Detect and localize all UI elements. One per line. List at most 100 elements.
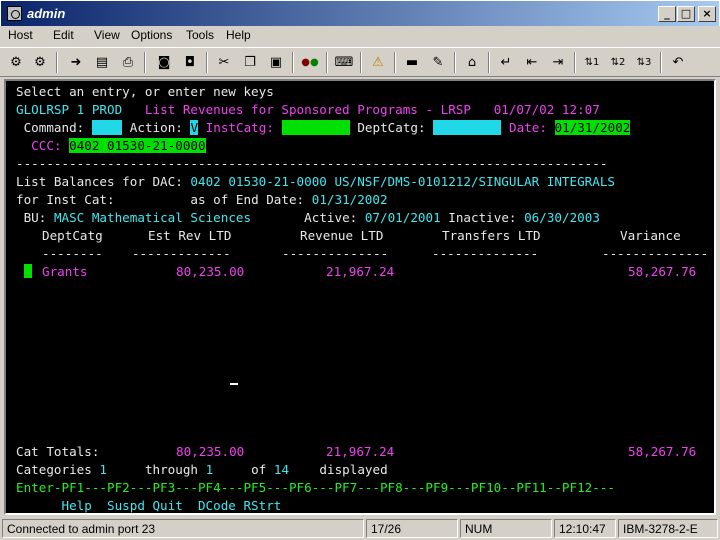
list-value: 0402 01530-21-0000 US/NSF/DMS-0101212/SI… — [190, 174, 616, 189]
toolbar-separator — [144, 52, 146, 73]
pen-icon[interactable]: ✎ — [428, 53, 448, 72]
app-icon[interactable] — [7, 6, 22, 21]
toolbar-separator — [660, 52, 662, 73]
totals-est-rev: 80,235.00 — [176, 444, 245, 459]
ccc-label: CCC: — [31, 138, 62, 153]
action-field[interactable]: V — [190, 120, 199, 135]
tab-forward-icon[interactable]: ⇥ — [548, 53, 568, 72]
screen-title: List Revenues for Sponsored Programs - L… — [144, 102, 471, 117]
column-header-est-rev: Est Rev LTD — [148, 228, 232, 243]
list-balances-line: List Balances for DAC: 0402 01530-21-000… — [16, 173, 615, 191]
bu-value: MASC Mathematical Sciences — [53, 210, 252, 225]
title-bar[interactable]: admin _ □ × — [0, 0, 720, 26]
column-underline: -------------- — [432, 246, 539, 261]
tab-back-icon[interactable]: ⇤ — [522, 53, 542, 72]
keyboard-icon[interactable]: ⌨ — [334, 53, 354, 72]
column-underline: ------------- — [132, 246, 231, 261]
instcatg-field[interactable] — [281, 120, 350, 135]
receive-icon[interactable]: ▤ — [92, 53, 112, 72]
toolbar-separator — [206, 52, 208, 73]
macro-icon[interactable]: ● ● — [300, 53, 320, 72]
active-label: Active: — [304, 210, 358, 225]
categories-line: Categories 1 through 1 of 14 displayed — [16, 461, 388, 479]
window-title: admin — [27, 6, 66, 21]
deptcatg-label: DeptCatg: — [357, 120, 426, 135]
row-est-rev: 80,235.00 — [176, 264, 245, 279]
session-3-icon[interactable]: ⇅3 — [634, 53, 654, 72]
displayed-label: displayed — [319, 462, 388, 477]
toolbar-separator — [394, 52, 396, 73]
ccc-line: CCC: 0402 01530-21-0000 — [16, 137, 206, 155]
list-label: List Balances for DAC: — [16, 174, 183, 189]
pf-key-labels: Help Suspd Quit DCode RStrt — [16, 498, 282, 513]
menu-help[interactable]: Help — [226, 28, 251, 42]
action-label: Action: — [129, 120, 183, 135]
through-label: through — [144, 462, 199, 477]
toolbar-separator — [454, 52, 456, 73]
column-header-transfers: Transfers LTD — [442, 228, 541, 243]
command-field[interactable] — [91, 120, 123, 135]
of-label: of — [251, 462, 267, 477]
inst-cat-line: for Inst Cat: as of End Date: 01/31/2002 — [16, 191, 388, 209]
alert-icon[interactable]: ⚠ — [368, 53, 388, 72]
active-value: 07/01/2001 — [364, 210, 441, 225]
enter-icon[interactable]: ↵ — [496, 53, 516, 72]
instcatg-label: InstCatg: — [205, 120, 274, 135]
session-2-icon[interactable]: ⇅2 — [608, 53, 628, 72]
ccc-field[interactable]: 0402 01530-21-0000 — [69, 138, 206, 153]
menu-host[interactable]: Host — [8, 28, 33, 42]
toolbar-separator — [56, 52, 58, 73]
session-1-icon[interactable]: ⇅1 — [582, 53, 602, 72]
command-label: Command: — [23, 120, 85, 135]
screen-id: GLOLRSP 1 PROD — [16, 102, 123, 117]
cut-icon[interactable]: ✂ — [214, 53, 234, 72]
screen-datetime: 01/07/02 12:07 — [493, 102, 600, 117]
categories-to: 1 — [205, 462, 214, 477]
inactive-label: Inactive: — [448, 210, 517, 225]
export-icon[interactable]: ◘ — [180, 53, 200, 72]
minimize-button[interactable]: _ — [658, 6, 676, 22]
end-date-value: 01/31/2002 — [311, 192, 388, 207]
row-revenue: 21,967.24 — [326, 264, 395, 279]
connect-icon[interactable]: ⚙ — [6, 53, 26, 72]
column-header-deptcatg: DeptCatg — [42, 228, 103, 243]
disconnect-icon[interactable]: ⚙ — [30, 53, 50, 72]
command-line: Command: Action: V InstCatg: DeptCatg: D… — [16, 119, 631, 137]
menu-options[interactable]: Options — [131, 28, 172, 42]
row-deptcatg: Grants — [42, 264, 88, 279]
inactive-value: 06/30/2003 — [524, 210, 600, 225]
column-underline: -------------- — [282, 246, 389, 261]
display-icon[interactable]: ▬ — [402, 53, 422, 72]
toolbar-separator — [574, 52, 576, 73]
divider: ----------------------------------------… — [16, 156, 608, 171]
bu-line: BU: MASC Mathematical Sciences Active: 0… — [16, 209, 600, 227]
save-icon[interactable]: ◙ — [154, 53, 174, 72]
menu-view[interactable]: View — [94, 28, 120, 42]
connection-status: Connected to admin port 23 — [2, 519, 364, 538]
categories-total: 14 — [273, 462, 290, 477]
table-row[interactable] — [24, 263, 32, 281]
menu-tools[interactable]: Tools — [186, 28, 214, 42]
column-header-variance: Variance — [620, 228, 681, 243]
paste-icon[interactable]: ▣ — [266, 53, 286, 72]
home-icon[interactable]: ⌂ — [462, 53, 482, 72]
header-line: GLOLRSP 1 PROD List Revenues for Sponsor… — [16, 101, 600, 119]
totals-revenue: 21,967.24 — [326, 444, 395, 459]
text-cursor — [230, 383, 238, 385]
end-date-label: as of End Date: — [190, 192, 305, 207]
categories-from: 1 — [99, 462, 108, 477]
print-icon[interactable]: ⎙ — [118, 53, 138, 72]
maximize-button[interactable]: □ — [677, 6, 695, 22]
pf-key-line: Enter-PF1---PF2---PF3---PF4---PF5---PF6-… — [16, 480, 615, 495]
column-underline: -------------- — [602, 246, 709, 261]
send-icon[interactable]: ➜ — [66, 53, 86, 72]
undo-icon[interactable]: ↶ — [668, 53, 688, 72]
deptcatg-field[interactable] — [433, 120, 502, 135]
terminal-screen[interactable]: Select an entry, or enter new keys GLOLR… — [4, 79, 716, 515]
close-button[interactable]: × — [698, 6, 716, 22]
copy-icon[interactable]: ❐ — [240, 53, 260, 72]
column-underline: -------- — [42, 246, 103, 261]
menu-edit[interactable]: Edit — [53, 28, 74, 42]
date-field[interactable]: 01/31/2002 — [554, 120, 631, 135]
row-select-field[interactable] — [24, 264, 32, 278]
